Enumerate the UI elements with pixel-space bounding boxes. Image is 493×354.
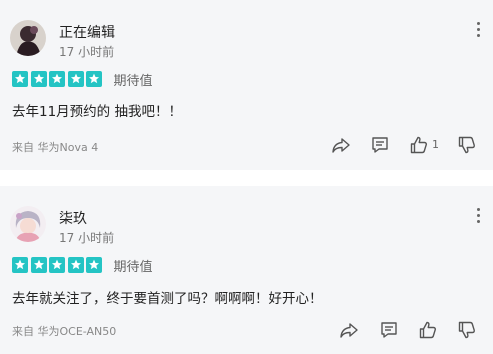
- star-icon: [67, 71, 84, 87]
- star-icon: [67, 257, 84, 273]
- star-icon: [49, 71, 65, 87]
- rating-label: 期待值: [113, 73, 153, 89]
- thumbs-up-icon[interactable]: [409, 135, 429, 155]
- share-icon[interactable]: [331, 135, 351, 155]
- username[interactable]: 正在编辑: [59, 22, 115, 42]
- action-bar: 1: [0, 135, 493, 155]
- comment-icon[interactable]: [370, 135, 390, 155]
- star-icon: [86, 71, 102, 87]
- timestamp: 17 小时前: [59, 45, 115, 59]
- rating-label: 期待值: [113, 259, 153, 275]
- review-card: 柒玖 17 小时前 期待值 去年就关注了，终于要首测了吗？啊啊啊！好开心！ 来自…: [0, 186, 493, 354]
- star-rating: [12, 71, 105, 87]
- avatar[interactable]: [10, 20, 46, 56]
- star-icon: [12, 71, 28, 87]
- thumbs-down-icon[interactable]: [457, 320, 477, 340]
- star-icon: [12, 257, 28, 273]
- thumbs-up-icon[interactable]: [418, 320, 438, 340]
- avatar[interactable]: [10, 206, 46, 242]
- username[interactable]: 柒玖: [59, 208, 87, 228]
- star-icon: [49, 257, 65, 273]
- rating: 期待值: [12, 256, 153, 275]
- rating: 期待值: [12, 70, 153, 89]
- more-vertical-icon[interactable]: [477, 208, 481, 224]
- review-text: 去年11月预约的 抽我吧！！: [12, 104, 182, 120]
- star-icon: [30, 71, 47, 87]
- review-text: 去年就关注了，终于要首测了吗？啊啊啊！好开心！: [12, 291, 323, 307]
- star-icon: [30, 257, 47, 273]
- review-card: 正在编辑 17 小时前 期待值 去年11月预约的 抽我吧！！ 来自 华为Nova…: [0, 0, 493, 170]
- thumbs-down-icon[interactable]: [457, 135, 477, 155]
- share-icon[interactable]: [339, 320, 359, 340]
- comment-icon[interactable]: [379, 320, 399, 340]
- action-bar: [0, 320, 493, 340]
- like-count: 1: [432, 138, 439, 151]
- star-rating: [12, 257, 105, 273]
- timestamp: 17 小时前: [59, 231, 115, 245]
- more-vertical-icon[interactable]: [477, 22, 481, 38]
- star-icon: [86, 257, 102, 273]
